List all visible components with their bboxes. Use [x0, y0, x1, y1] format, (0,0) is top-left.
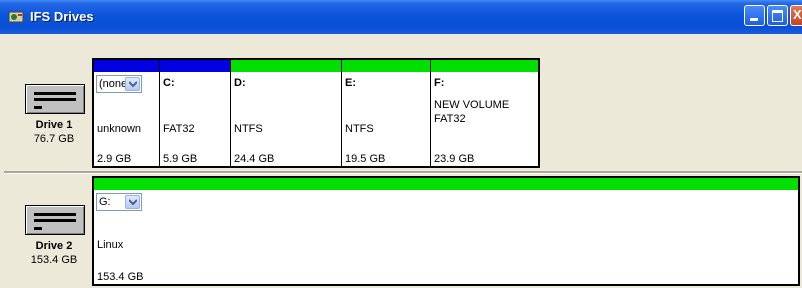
drive-letter-dropdown[interactable]: (none)	[96, 75, 142, 93]
drive-1-partition-map: (none) unknown 2.9 GB C: FAT32 5.9 GB D:…	[92, 58, 540, 168]
partition-fs: NTFS	[234, 123, 263, 135]
drive-separator	[4, 171, 802, 174]
partition-letter: D:	[234, 77, 246, 89]
partition-size: 5.9 GB	[163, 153, 198, 165]
partition-fs: FAT32	[434, 113, 466, 125]
partition-size: 24.4 GB	[234, 153, 275, 165]
hard-drive-icon[interactable]	[25, 205, 85, 235]
drive-letter-dropdown[interactable]: G:	[96, 193, 142, 211]
partition-size: 153.4 GB	[97, 271, 144, 283]
dropdown-value: G:	[99, 196, 111, 208]
partition-fs: NTFS	[345, 123, 374, 135]
window-title: IFS Drives	[30, 9, 94, 24]
partition-fs: FAT32	[163, 123, 195, 135]
partition-c[interactable]: C: FAT32 5.9 GB	[160, 60, 231, 166]
drive-1-size: 76.7 GB	[33, 133, 75, 145]
partition-bar	[94, 178, 798, 190]
drive-2-partition-map: G: Linux 153.4 GB	[92, 176, 800, 286]
partition-bar	[160, 60, 230, 72]
partition-volume-label: NEW VOLUME	[434, 99, 510, 111]
minimize-button[interactable]	[744, 5, 765, 26]
partition-size: 2.9 GB	[97, 153, 132, 165]
partition-letter: E:	[345, 77, 356, 89]
partition-bar	[431, 60, 538, 72]
drive-2-size: 153.4 GB	[30, 254, 78, 266]
drive-1-name: Drive 1	[35, 119, 73, 131]
maximize-button[interactable]	[767, 5, 788, 26]
hard-drive-icon[interactable]	[25, 84, 85, 114]
partition-size: 23.9 GB	[434, 153, 475, 165]
partition-e[interactable]: E: NTFS 19.5 GB	[342, 60, 431, 166]
partition-bar	[231, 60, 341, 72]
chevron-down-icon[interactable]	[125, 195, 140, 209]
partition-f[interactable]: F: NEW VOLUME FAT32 23.9 GB	[431, 60, 538, 166]
partition-letter: C:	[163, 77, 175, 89]
close-button[interactable]	[790, 5, 802, 26]
partition-bar	[94, 60, 159, 72]
partition-bar	[342, 60, 430, 72]
partition-letter: F:	[434, 77, 445, 89]
chevron-down-icon[interactable]	[125, 77, 140, 91]
partition-g[interactable]: G: Linux 153.4 GB	[94, 178, 798, 284]
drive-app-icon	[8, 11, 24, 23]
partition-none[interactable]: (none) unknown 2.9 GB	[94, 60, 160, 166]
window-title-bar[interactable]: IFS Drives	[0, 0, 802, 34]
partition-size: 19.5 GB	[345, 153, 386, 165]
partition-fs: unknown	[97, 123, 142, 135]
partition-d[interactable]: D: NTFS 24.4 GB	[231, 60, 342, 166]
partition-fs: Linux	[97, 239, 124, 251]
drive-2-name: Drive 2	[35, 240, 73, 252]
